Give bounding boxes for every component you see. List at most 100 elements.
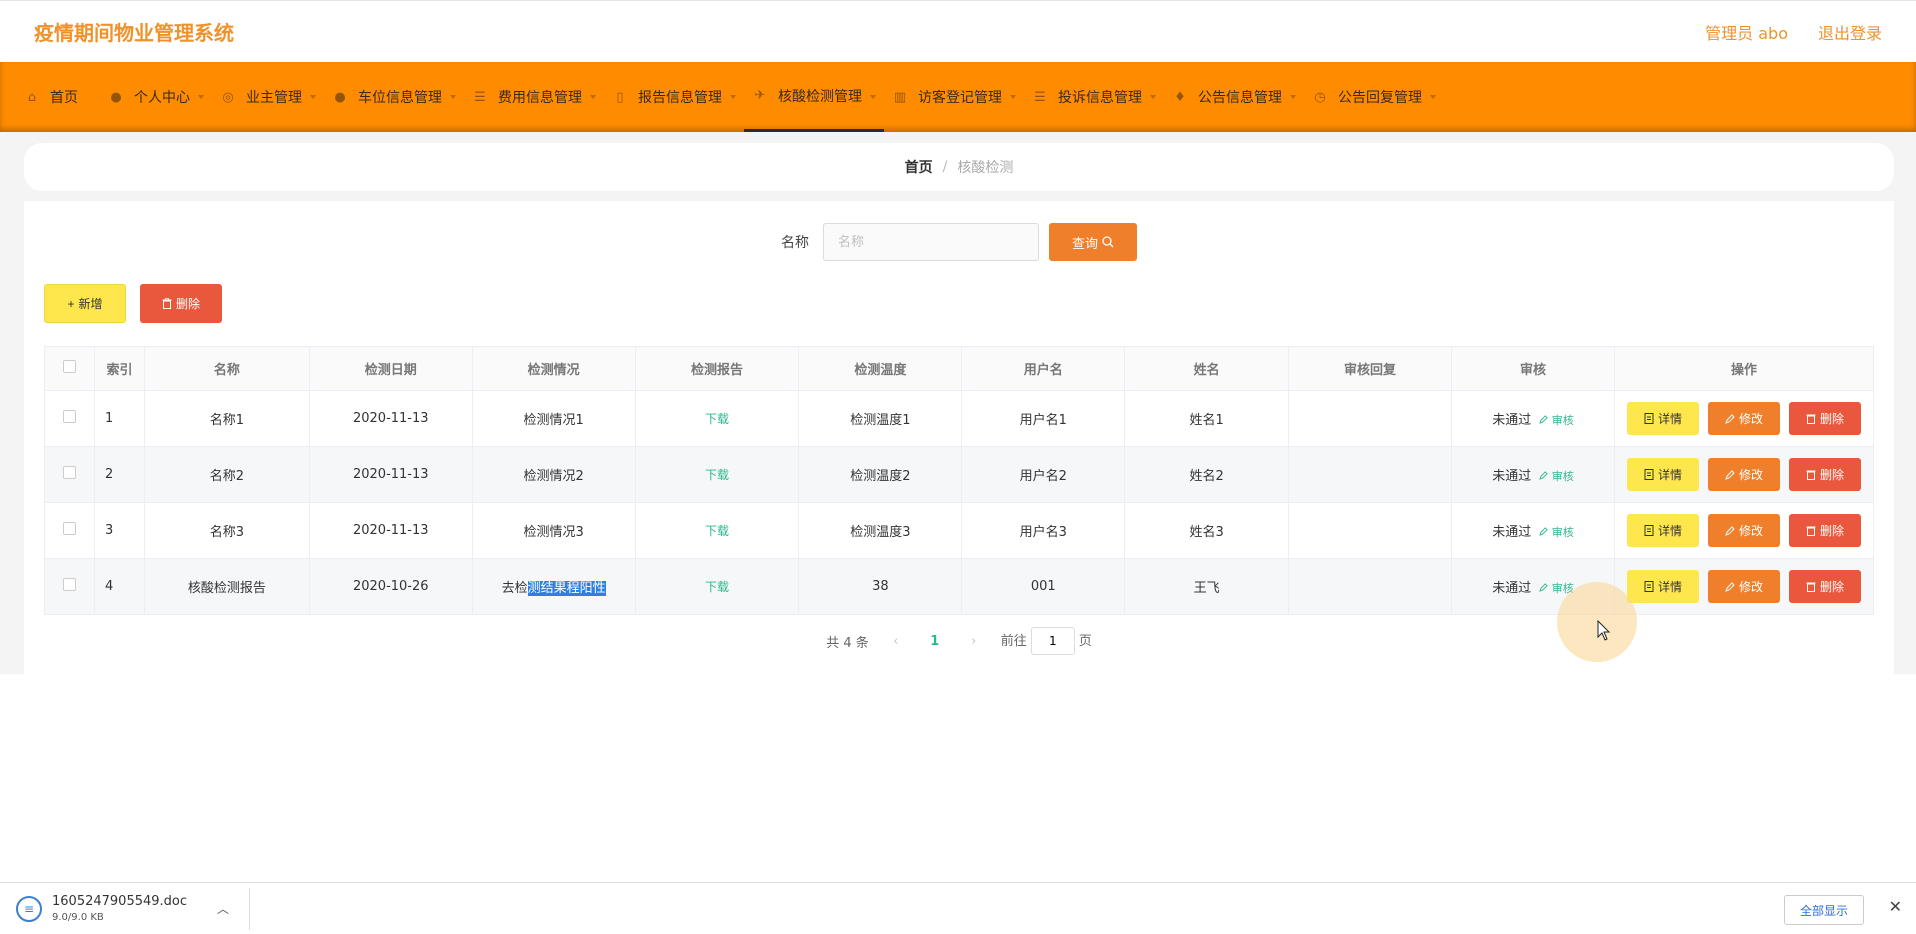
cell-operations: 详情 修改 删除 [1613,558,1875,615]
delete-button[interactable]: 删除 [1788,514,1861,547]
audit-status: 未通过 [1492,469,1532,484]
nav-item[interactable]: ✈ 核酸检测管理 [744,62,884,132]
action-row: + 新增 删除 [44,284,222,323]
edit-icon [1539,527,1548,536]
cell-name: 核酸检测报告 [143,558,310,615]
audit-link[interactable]: 审核 [1539,414,1574,427]
col-header: 检测日期 [308,346,473,391]
download-link[interactable]: 下载 [705,580,729,594]
nav-item-label: 投诉信息管理 [1058,90,1142,106]
nav-item[interactable]: ⌂ 首页 [16,62,100,132]
cell-report: 下载 [634,558,800,615]
search-button-label: 查询 [1071,236,1098,252]
delete-button[interactable]: 删除 [1788,458,1861,491]
cell-username: 用户名3 [961,502,1126,559]
test-icon: ✈ [754,88,766,103]
col-header: 索引 [93,346,145,391]
app-title: 疫情期间物业管理系统 [34,21,234,45]
nav-item[interactable]: ▥ 访客登记管理 [884,62,1024,132]
row-checkbox[interactable] [62,410,76,423]
col-header: 名称 [143,346,310,391]
detail-button[interactable]: 详情 [1626,402,1699,435]
edit-button[interactable]: 修改 [1707,570,1780,603]
caret-down-icon [1290,95,1296,99]
audit-status: 未通过 [1492,413,1532,428]
cell-username: 用户名1 [961,390,1126,447]
nav-item[interactable]: ● 车位信息管理 [324,62,464,132]
edit-label: 修改 [1738,580,1763,594]
close-icon[interactable]: ✕ [1889,897,1902,916]
detail-label: 详情 [1657,468,1682,482]
edit-button[interactable]: 修改 [1707,402,1780,435]
download-link[interactable]: 下载 [705,412,729,426]
selected-text: 测结果程阳性 [527,581,606,596]
cell-username: 001 [961,558,1126,615]
row-select-cell [44,502,95,559]
cell-realname: 王飞 [1124,558,1290,615]
trash-icon [1806,582,1816,592]
delete-label: 删除 [1819,412,1844,426]
nav-item[interactable]: ◎ 业主管理 [212,62,324,132]
download-link[interactable]: 下载 [705,468,729,482]
nav-item[interactable]: ◷ 公告回复管理 [1304,62,1444,132]
edit-button[interactable]: 修改 [1707,458,1780,491]
cell-date: 2020-11-13 [308,446,473,503]
cell-username: 用户名2 [961,446,1126,503]
detail-button[interactable]: 详情 [1626,458,1699,491]
download-item[interactable]: 1605247905549.doc 9.0/9.0 KB [52,894,187,923]
cell-report: 下载 [634,446,800,503]
nav-item-label: 车位信息管理 [358,90,442,106]
status-text: 检测情况2 [523,469,584,484]
next-page-icon[interactable]: › [959,634,989,649]
detail-button[interactable]: 详情 [1626,514,1699,547]
select-all-checkbox[interactable] [62,360,76,373]
delete-button[interactable]: 删除 [1788,402,1861,435]
nav-item-label: 个人中心 [134,90,190,106]
chevron-up-icon[interactable]: ︿ [217,900,229,917]
download-divider [249,887,251,930]
logout-link[interactable]: 退出登录 [1818,20,1882,44]
cell-reply [1288,502,1452,559]
edit-button[interactable]: 修改 [1707,514,1780,547]
table-row: 1 名称1 2020-11-13 检测情况1 下载 检测温度1 用户名1 姓名1 未通过 审核详… [44,390,1875,447]
prev-page-icon[interactable]: ‹ [881,634,911,649]
batch-delete-button[interactable]: 删除 [140,284,222,323]
cell-index: 2 [93,446,145,503]
search-button[interactable]: 查询 [1049,223,1137,261]
cell-temperature: 检测温度3 [798,502,963,559]
page-number[interactable]: 1 [923,634,947,649]
nav-item[interactable]: ● 个人中心 [100,62,212,132]
goto-page-input[interactable] [1030,627,1075,655]
delete-label: 删除 [1819,524,1844,538]
nav-item[interactable]: ▯ 报告信息管理 [604,62,744,132]
nav-item-label: 核酸检测管理 [778,88,862,105]
col-header: 检测报告 [634,346,800,391]
nav-item-label: 业主管理 [246,90,302,106]
search-input[interactable] [823,223,1039,261]
detail-button[interactable]: 详情 [1626,570,1699,603]
plus-icon: + [67,296,75,311]
table-row: 2 名称2 2020-11-13 检测情况2 下载 检测温度2 用户名2 姓名2 未通过 审核详… [44,446,1875,503]
nav-item[interactable]: ♦ 公告信息管理 [1164,62,1304,132]
cell-operations: 详情 修改 删除 [1613,390,1875,447]
audit-link[interactable]: 审核 [1539,470,1574,483]
table-row: 3 名称3 2020-11-13 检测情况3 下载 检测温度3 用户名3 姓名3 未通过 审核详… [44,502,1875,559]
search-label: 名称 [781,235,809,251]
reply-icon: ◷ [1314,89,1326,105]
audit-link[interactable]: 审核 [1539,526,1574,539]
row-checkbox[interactable] [62,466,76,479]
col-header: 操作 [1613,346,1875,391]
audit-link-label: 审核 [1551,470,1574,483]
add-button[interactable]: + 新增 [44,284,126,323]
download-link[interactable]: 下载 [705,524,729,538]
delete-button[interactable]: 删除 [1788,570,1861,603]
show-all-button[interactable]: 全部显示 [1784,895,1864,925]
caret-down-icon [590,95,596,99]
home-icon: ⌂ [27,89,37,105]
breadcrumb-home[interactable]: 首页 [905,157,933,177]
caret-down-icon [198,95,204,99]
row-checkbox[interactable] [62,522,76,535]
nav-item[interactable]: ☰ 费用信息管理 [464,62,604,132]
row-checkbox[interactable] [62,578,76,591]
nav-item[interactable]: ☰ 投诉信息管理 [1024,62,1164,132]
